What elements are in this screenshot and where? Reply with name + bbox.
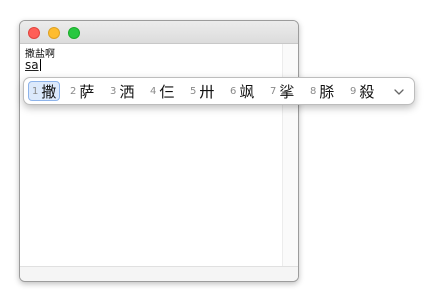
candidate-character: 殺 xyxy=(359,82,375,101)
candidate-number: 4 xyxy=(150,85,157,97)
candidate-number: 6 xyxy=(230,85,237,97)
candidate-number: 8 xyxy=(310,85,317,97)
candidate-7[interactable]: 7 挲 xyxy=(267,81,297,101)
candidate-5[interactable]: 5 卅 xyxy=(187,81,217,101)
candidate-1[interactable]: 1 撒 xyxy=(28,81,61,101)
candidate-number: 9 xyxy=(350,85,357,97)
horizontal-scrollbar[interactable] xyxy=(20,266,298,281)
candidate-2[interactable]: 2 萨 xyxy=(67,81,97,101)
candidate-character: 卅 xyxy=(199,82,215,101)
editor-window: 撒盐啊 sa xyxy=(19,20,299,282)
candidate-4[interactable]: 4 仨 xyxy=(147,81,177,101)
text-caret xyxy=(39,59,41,71)
title-bar[interactable] xyxy=(20,21,298,44)
zoom-button[interactable] xyxy=(68,27,80,39)
candidate-character: 洒 xyxy=(119,82,135,101)
minimize-button[interactable] xyxy=(48,27,60,39)
candidate-number: 3 xyxy=(110,85,117,97)
close-button[interactable] xyxy=(28,27,40,39)
candidate-8[interactable]: 8 脎 xyxy=(307,81,337,101)
candidate-number: 2 xyxy=(70,85,77,97)
candidate-character: 撒 xyxy=(41,82,57,101)
candidate-character: 挲 xyxy=(279,82,295,101)
candidate-character: 飒 xyxy=(239,82,255,101)
chevron-down-icon[interactable] xyxy=(392,84,406,98)
ime-candidate-bar: 1 撒 2 萨 3 洒 4 仨 5 卅 6 飒 7 挲 8 脎 9 殺 xyxy=(23,77,415,105)
candidate-character: 脎 xyxy=(319,82,335,101)
candidate-number: 5 xyxy=(190,85,197,97)
candidate-3[interactable]: 3 洒 xyxy=(107,81,137,101)
candidate-6[interactable]: 6 飒 xyxy=(227,81,257,101)
composing-text: sa xyxy=(25,58,39,72)
candidate-number: 7 xyxy=(270,85,277,97)
candidate-character: 萨 xyxy=(79,82,95,101)
composing-line: sa xyxy=(25,58,41,72)
candidate-9[interactable]: 9 殺 xyxy=(347,81,377,101)
candidate-number: 1 xyxy=(32,85,39,97)
candidate-character: 仨 xyxy=(159,82,175,101)
